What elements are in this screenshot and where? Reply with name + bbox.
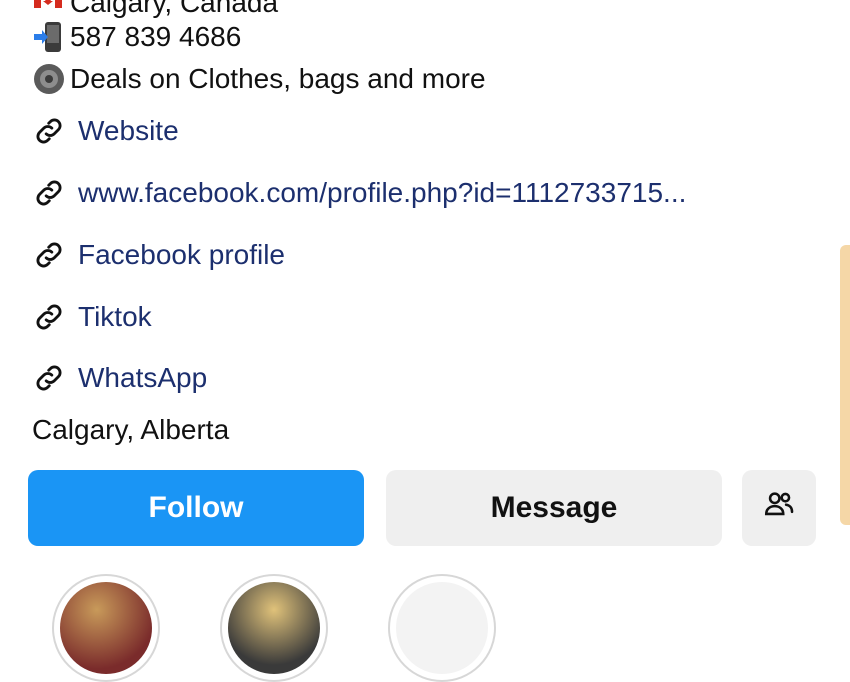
link-website[interactable]: Website xyxy=(32,114,179,148)
link-tiktok[interactable]: Tiktok xyxy=(32,300,152,334)
phone-row: 587 839 4686 xyxy=(32,20,241,54)
people-icon xyxy=(762,487,796,529)
story-highlight[interactable] xyxy=(388,574,496,682)
link-facebook-url[interactable]: www.facebook.com/profile.php?id=11127337… xyxy=(32,176,686,210)
story-highlight[interactable] xyxy=(52,574,160,682)
link-label[interactable]: Facebook profile xyxy=(78,238,285,272)
message-button[interactable]: Message xyxy=(386,470,722,546)
suggested-people-button[interactable] xyxy=(742,470,816,546)
link-label[interactable]: Tiktok xyxy=(78,300,152,334)
link-icon xyxy=(32,114,78,148)
link-icon xyxy=(32,361,78,395)
link-label[interactable]: www.facebook.com/profile.php?id=11127337… xyxy=(78,176,686,210)
location-text: Calgary, Canada xyxy=(70,0,279,18)
follow-label: Follow xyxy=(148,491,244,524)
address-row: Calgary, Alberta xyxy=(32,413,229,447)
link-icon xyxy=(32,176,78,210)
mobile-phone-icon xyxy=(32,20,70,54)
link-icon xyxy=(32,300,78,334)
message-label: Message xyxy=(490,491,618,524)
follow-button[interactable]: Follow xyxy=(28,470,364,546)
link-facebook-profile[interactable]: Facebook profile xyxy=(32,238,285,272)
scrollbar[interactable] xyxy=(840,245,850,525)
story-highlight[interactable] xyxy=(220,574,328,682)
phone-number[interactable]: 587 839 4686 xyxy=(70,20,241,54)
tagline-row: Deals on Clothes, bags and more xyxy=(32,62,486,96)
address-text: Calgary, Alberta xyxy=(32,414,230,445)
location-row: Calgary, Canada xyxy=(32,0,278,20)
link-label[interactable]: Website xyxy=(78,114,179,148)
link-whatsapp[interactable]: WhatsApp xyxy=(32,361,207,395)
speaker-icon xyxy=(32,62,70,96)
flag-icon xyxy=(32,0,70,20)
tagline-text: Deals on Clothes, bags and more xyxy=(70,63,486,94)
link-icon xyxy=(32,238,78,272)
link-label[interactable]: WhatsApp xyxy=(78,361,207,395)
